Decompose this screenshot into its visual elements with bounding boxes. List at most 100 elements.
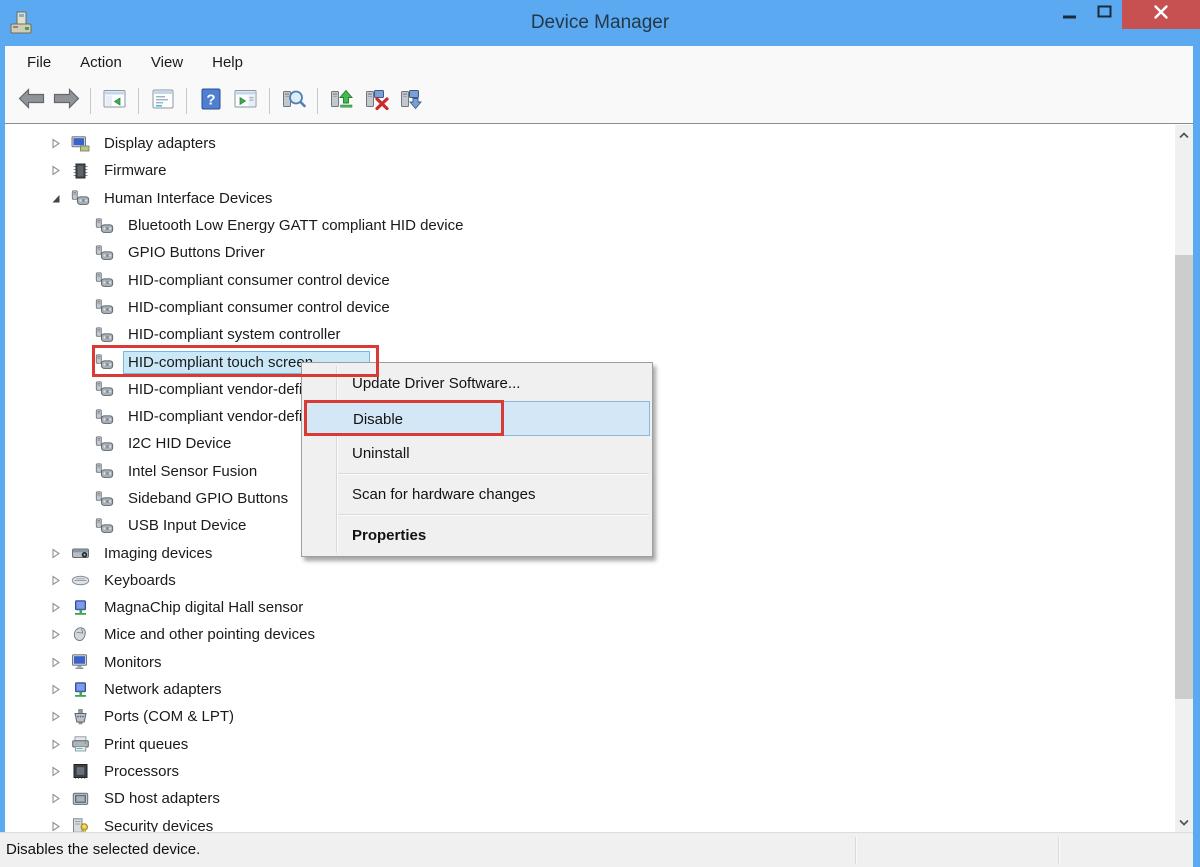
scroll-up-icon[interactable] [1175, 127, 1193, 144]
context-menu-separator [338, 514, 649, 516]
imaging-icon [71, 545, 90, 561]
action-pane-toggle-icon [234, 89, 258, 114]
context-menu-item-uninstall[interactable]: Uninstall [302, 436, 652, 471]
expander-collapsed-icon[interactable] [51, 657, 71, 668]
tree-item-label: HID-compliant consumer control device [123, 296, 395, 319]
toolbar-separator [317, 88, 318, 114]
tree-item-label: Processors [99, 760, 184, 783]
minimize-button[interactable] [1052, 0, 1087, 29]
toolbar: ? [5, 79, 1193, 123]
toolbar-separator [186, 88, 187, 114]
forward-arrow-icon [53, 88, 80, 114]
security-icon [71, 818, 90, 833]
hid-icon [95, 299, 114, 315]
hid-icon [95, 245, 114, 261]
expander-collapsed-icon[interactable] [51, 739, 71, 750]
menubar-item-action[interactable]: Action [80, 54, 122, 71]
tree-item-label: Bluetooth Low Energy GATT compliant HID … [123, 214, 468, 237]
tree-item[interactable]: GPIO Buttons Driver [5, 239, 1175, 266]
tree-item[interactable]: SD host adapters [5, 785, 1175, 812]
tree-item-label: Ports (COM & LPT) [99, 705, 239, 728]
tree-item[interactable]: Mice and other pointing devices [5, 621, 1175, 648]
tree-item-label: Intel Sensor Fusion [123, 460, 262, 483]
toolbar-help-button[interactable]: ? [196, 86, 225, 116]
expander-collapsed-icon[interactable] [51, 684, 71, 695]
titlebar: Device Manager [0, 0, 1200, 46]
tree-item-label: MagnaChip digital Hall sensor [99, 596, 308, 619]
tree-item[interactable]: Human Interface Devices [5, 185, 1175, 212]
expander-collapsed-icon[interactable] [51, 711, 71, 722]
menubar-item-file[interactable]: File [27, 54, 51, 71]
toolbar-forward-arrow-button[interactable] [52, 86, 81, 116]
tree-item[interactable]: Security devices [5, 812, 1175, 833]
tree-item[interactable]: Processors [5, 758, 1175, 785]
uninstall-device-icon [364, 88, 389, 115]
hid-icon [71, 190, 90, 206]
tree-item[interactable]: Bluetooth Low Energy GATT compliant HID … [5, 212, 1175, 239]
toolbar-back-arrow-button[interactable] [17, 86, 46, 116]
expander-collapsed-icon[interactable] [51, 602, 71, 613]
toolbar-properties-window-button[interactable] [148, 86, 177, 116]
expander-expanded-icon[interactable] [51, 193, 71, 204]
tree-item[interactable]: Ports (COM & LPT) [5, 703, 1175, 730]
hid-icon [95, 436, 114, 452]
hid-icon [95, 518, 114, 534]
hid-icon [95, 218, 114, 234]
hid-icon [95, 272, 114, 288]
tree-item[interactable]: Firmware [5, 157, 1175, 184]
close-button[interactable] [1122, 0, 1200, 29]
expander-collapsed-icon[interactable] [51, 793, 71, 804]
tree-item-label: USB Input Device [123, 514, 251, 537]
tree-item-label: Keyboards [99, 569, 181, 592]
menubar-item-view[interactable]: View [151, 54, 183, 71]
toolbar-uninstall-device-button[interactable] [362, 86, 391, 116]
vertical-scrollbar[interactable] [1175, 125, 1193, 833]
hid-icon [95, 463, 114, 479]
context-menu-item-scan-for-hardware-changes[interactable]: Scan for hardware changes [302, 477, 652, 512]
back-arrow-icon [18, 88, 45, 114]
toolbar-action-pane-toggle-button[interactable] [231, 86, 260, 116]
annotation-box-disable-option [304, 400, 504, 436]
tree-item[interactable]: Monitors [5, 649, 1175, 676]
tree-item[interactable]: MagnaChip digital Hall sensor [5, 594, 1175, 621]
tree-item-label: Network adapters [99, 678, 227, 701]
mouse-icon [71, 627, 90, 643]
expander-collapsed-icon[interactable] [51, 548, 71, 559]
expander-collapsed-icon[interactable] [51, 821, 71, 832]
tree-item[interactable]: HID-compliant consumer control device [5, 266, 1175, 293]
context-menu-item-properties[interactable]: Properties [302, 518, 652, 553]
tree-item-label: Security devices [99, 815, 218, 833]
expander-collapsed-icon[interactable] [51, 165, 71, 176]
status-text: Disables the selected device. [6, 841, 200, 858]
hid-icon [95, 491, 114, 507]
tree-item[interactable]: Print queues [5, 731, 1175, 758]
tree-item-label: Print queues [99, 733, 193, 756]
close-icon [1153, 4, 1169, 25]
toolbar-scan-hardware-changes-button[interactable] [279, 86, 308, 116]
tree-item-label: Imaging devices [99, 542, 217, 565]
tree-item[interactable]: HID-compliant consumer control device [5, 294, 1175, 321]
toolbar-disable-device-button[interactable] [397, 86, 426, 116]
tree-item[interactable]: Network adapters [5, 676, 1175, 703]
toolbar-update-driver-button[interactable] [327, 86, 356, 116]
expander-collapsed-icon[interactable] [51, 575, 71, 586]
svg-text:?: ? [206, 91, 215, 108]
toolbar-console-tree-toggle-button[interactable] [100, 86, 129, 116]
scrollbar-thumb[interactable] [1175, 255, 1193, 699]
network-icon [71, 682, 90, 698]
caption-buttons [1052, 0, 1200, 29]
expander-collapsed-icon[interactable] [51, 138, 71, 149]
expander-collapsed-icon[interactable] [51, 766, 71, 777]
statusbar-divider [1058, 837, 1060, 864]
tree-item[interactable]: Display adapters [5, 130, 1175, 157]
statusbar-divider [855, 837, 857, 864]
menubar-item-help[interactable]: Help [212, 54, 243, 71]
scroll-down-icon[interactable] [1175, 814, 1193, 831]
keyboard-icon [71, 572, 90, 588]
tree-item-label: HID-compliant consumer control device [123, 269, 395, 292]
display-adapter-icon [71, 136, 90, 152]
tree-item[interactable]: Keyboards [5, 567, 1175, 594]
expander-collapsed-icon[interactable] [51, 629, 71, 640]
maximize-button[interactable] [1087, 0, 1122, 29]
annotation-box-selected-device [92, 345, 379, 377]
